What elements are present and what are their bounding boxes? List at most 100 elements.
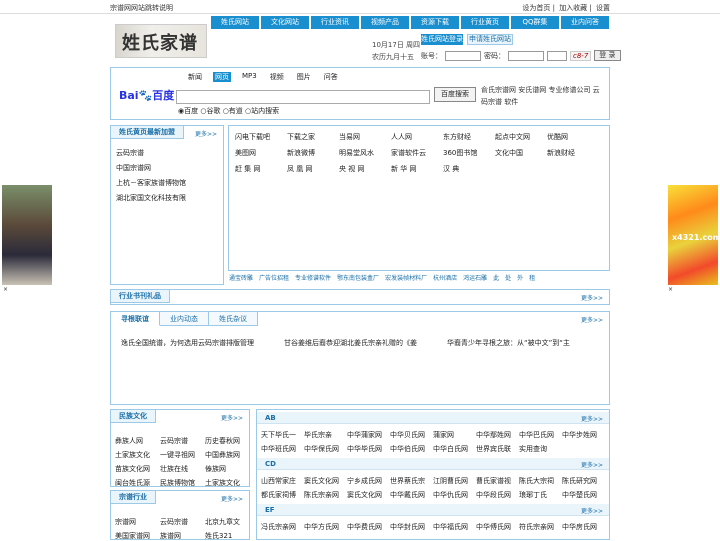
radio-baidu[interactable]: ◉百度	[178, 107, 198, 115]
ad-link[interactable]: 专业修谱软件	[295, 273, 331, 282]
culture-link[interactable]: 一键寻祖网	[160, 450, 205, 460]
site-login-tab[interactable]: 姓氏网站登录	[421, 34, 463, 45]
surname-site-link[interactable]: 江阴曹氏网	[433, 476, 476, 486]
culture-link[interactable]: 历史春秋网	[205, 436, 250, 446]
new-site-item[interactable]: 云码宗谱	[116, 146, 186, 161]
password-input[interactable]	[508, 50, 544, 61]
industry-link[interactable]: 北京九章文	[205, 517, 250, 527]
site-link[interactable]: 新 华 网	[391, 164, 443, 174]
site-link[interactable]: 优酷网	[547, 132, 599, 142]
surname-site-link[interactable]: 山西常家庄	[261, 476, 304, 486]
right-ad-close-button[interactable]: ×	[668, 286, 673, 293]
industry-link[interactable]: 云码宗谱	[160, 517, 205, 527]
right-float-ad[interactable]: x4321.com	[668, 185, 720, 285]
surname-site-link[interactable]: 曹氏家谱视	[476, 476, 519, 486]
culture-link[interactable]: 苗族文化网	[115, 464, 160, 474]
site-link[interactable]: 凤 凰 网	[287, 164, 339, 174]
ad-link[interactable]: 通宝砖雕	[229, 273, 253, 282]
culture-link[interactable]: 彝族人网	[115, 436, 160, 446]
surname-site-link[interactable]: 实用查询	[519, 444, 562, 454]
account-input[interactable]	[445, 50, 481, 61]
jump-notice-link[interactable]: 宗谱网网站跳转说明	[110, 3, 173, 13]
site-link[interactable]: 新浪财经	[547, 148, 599, 158]
apply-site-tab[interactable]: 申请姓氏网站	[467, 34, 513, 45]
site-link[interactable]: 下载之家	[287, 132, 339, 142]
site-link[interactable]: 明易堂风水	[339, 148, 391, 158]
ad-link[interactable]: 鄂东南包装盒厂	[337, 273, 379, 282]
culture-link[interactable]: 土家族文化	[205, 478, 250, 488]
surname-site-link[interactable]: 中华仇氏网	[433, 490, 476, 500]
culture-more-link[interactable]: 更多>>	[221, 413, 243, 422]
surname-site-link[interactable]: 中华蒲家网	[347, 430, 390, 440]
search-side-links[interactable]: 俞氏宗谱网 安氏谱网 专业修谱公司 云码宗谱 软件	[481, 84, 606, 108]
site-link[interactable]: 闪电下载吧	[235, 132, 287, 142]
nav-item[interactable]: 行业黄页	[461, 16, 509, 29]
new-site-item[interactable]: 上杭－客家族谱博物馆	[116, 176, 186, 191]
surname-site-link[interactable]: 中华段氏网	[476, 490, 519, 500]
captcha-image[interactable]: c8-7	[570, 50, 592, 61]
culture-link[interactable]: 壮族在线	[160, 464, 205, 474]
tabs-more-link[interactable]: 更多>>	[581, 315, 603, 324]
tab-surname-talk[interactable]: 姓氏杂议	[209, 312, 258, 326]
search-input[interactable]	[176, 90, 430, 104]
site-link[interactable]: 汉 典	[443, 164, 495, 174]
surname-site-link[interactable]: 中华巴氏网	[519, 430, 562, 440]
site-link[interactable]: 当易网	[339, 132, 391, 142]
surname-site-link[interactable]	[562, 444, 605, 454]
left-ad-close-button[interactable]: ×	[3, 286, 8, 293]
surname-site-link[interactable]: 天下毕氏一	[261, 430, 304, 440]
nav-item[interactable]: 姓氏网站	[211, 16, 259, 29]
nav-item[interactable]: 业内问答	[561, 16, 609, 29]
site-logo[interactable]: 姓氏家谱	[115, 24, 207, 58]
surname-site-link[interactable]: 中华戴氏网	[390, 490, 433, 500]
add-favorite-link[interactable]: 加入收藏	[559, 4, 587, 12]
surname-site-link[interactable]: 中华方氏网	[304, 522, 347, 532]
new-site-item[interactable]: 中国宗谱网	[116, 161, 186, 176]
nav-item[interactable]: 视频产品	[361, 16, 409, 29]
nav-item[interactable]: 行业资讯	[311, 16, 359, 29]
site-link[interactable]: 东方财经	[443, 132, 495, 142]
surname-site-link[interactable]: 中华贝氏网	[390, 430, 433, 440]
news-item[interactable]: 甘谷姜维后裔恭迎湖北姜氏宗亲礼赠的《姜	[284, 338, 417, 348]
surname-site-link[interactable]: 中华福氏网	[433, 522, 476, 532]
industry-more-link[interactable]: 更多>>	[221, 494, 243, 503]
site-link[interactable]: 新浪微博	[287, 148, 339, 158]
culture-link[interactable]: 闽台姓氏源	[115, 478, 160, 488]
surname-site-link[interactable]: 中华封氏网	[390, 522, 433, 532]
surname-site-link[interactable]: 蒲家网	[433, 430, 476, 440]
surname-site-link[interactable]: 宁乡成氏网	[347, 476, 390, 486]
new-sites-more-link[interactable]: 更多>>	[195, 129, 217, 138]
surname-site-link[interactable]: 琅琊丁氏	[519, 490, 562, 500]
news-item[interactable]: 华裔青少年寻根之旅：从“被中文”到“主	[447, 338, 570, 348]
culture-link[interactable]: 傣族网	[205, 464, 250, 474]
settings-link[interactable]: 设置	[596, 4, 610, 12]
search-tab-qa[interactable]: 问答	[322, 72, 340, 82]
set-homepage-link[interactable]: 设为首页	[522, 4, 550, 12]
site-link[interactable]: 人人网	[391, 132, 443, 142]
login-button[interactable]: 登 录	[594, 50, 621, 61]
site-link[interactable]: 央 视 网	[339, 164, 391, 174]
search-tab-web[interactable]: 网页	[213, 72, 231, 82]
ad-link[interactable]: 宏发装帧材料厂	[385, 273, 427, 282]
search-tab-news[interactable]: 新闻	[186, 72, 204, 82]
radio-google[interactable]: ○谷歌	[200, 107, 220, 115]
ad-link[interactable]: 处	[505, 273, 511, 282]
search-tab-mp3[interactable]: MP3	[240, 72, 259, 82]
search-tab-image[interactable]: 图片	[295, 72, 313, 82]
search-button[interactable]: 百度搜索	[434, 87, 476, 102]
surname-site-link[interactable]: 陈氏研究网	[562, 476, 605, 486]
surname-site-link[interactable]: 中华楚氏网	[562, 490, 605, 500]
radio-youdao[interactable]: ○有道	[223, 107, 243, 115]
surname-site-link[interactable]: 中华保氏网	[304, 444, 347, 454]
culture-link[interactable]: 土家族文化	[115, 450, 160, 460]
site-link[interactable]: 起点中文网	[495, 132, 547, 142]
surname-site-link[interactable]: 中华房氏网	[562, 522, 605, 532]
site-link[interactable]: 美图网	[235, 148, 287, 158]
radio-site[interactable]: ○站内搜索	[245, 107, 279, 115]
tab-industry-news[interactable]: 业内动态	[160, 312, 209, 326]
nav-item[interactable]: 资源下载	[411, 16, 459, 29]
surname-site-link[interactable]: 窦氏文化网	[304, 476, 347, 486]
culture-link[interactable]: 云码宗谱	[160, 436, 205, 446]
surname-site-link[interactable]: 中华班氏网	[261, 444, 304, 454]
new-site-item[interactable]: 湖北家国文化科技有限	[116, 191, 186, 206]
